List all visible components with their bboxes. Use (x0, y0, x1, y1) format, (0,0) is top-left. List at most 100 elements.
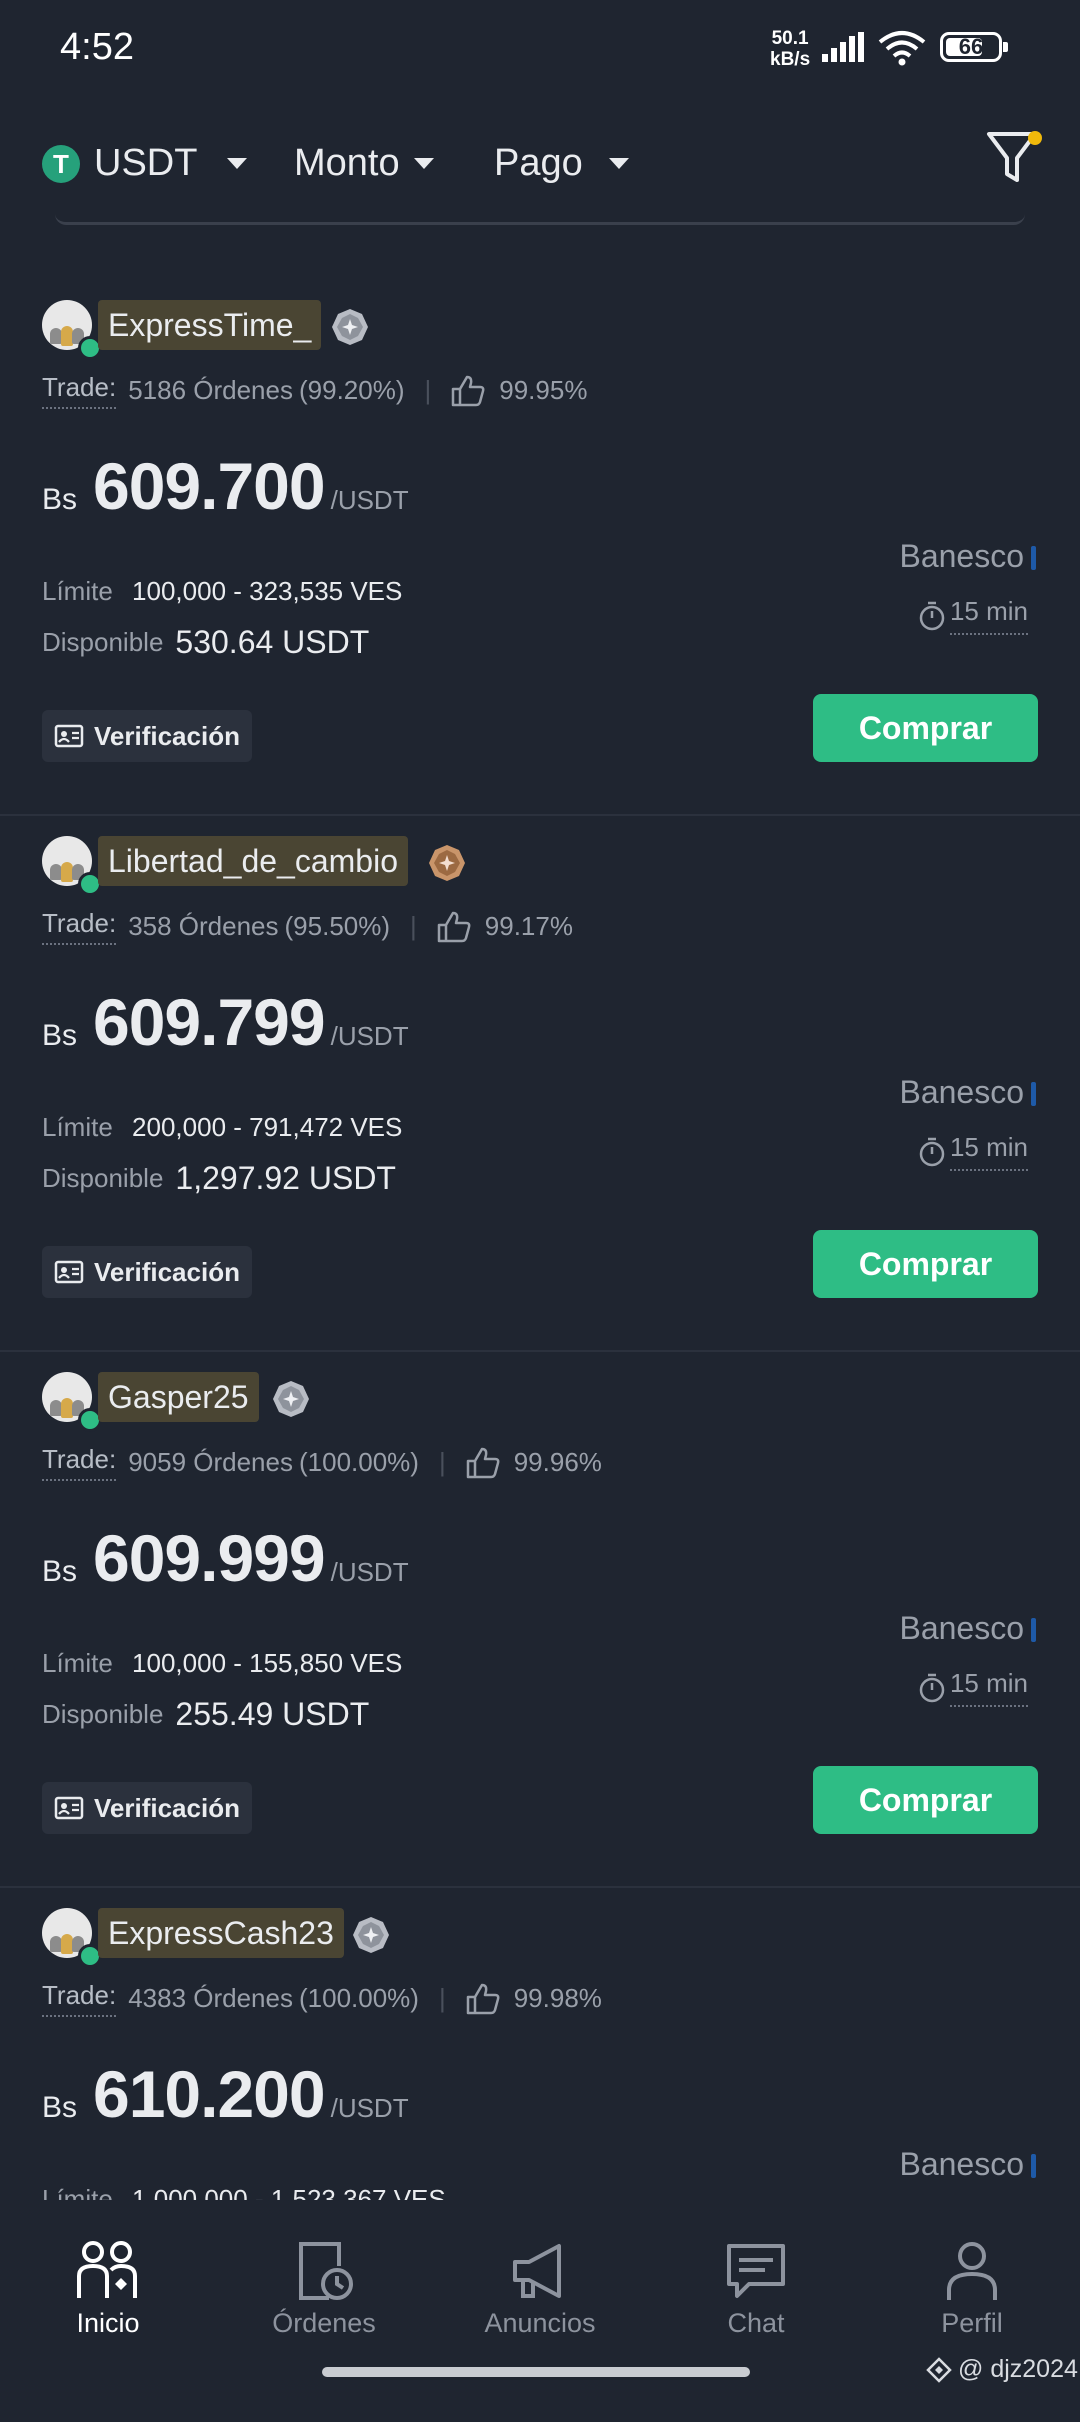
home-indicator[interactable] (322, 2367, 750, 2377)
verification-label: Verificación (94, 1792, 240, 1823)
nav-home[interactable]: Inicio (0, 2240, 216, 2339)
thumbs-up-icon (437, 911, 471, 942)
trade-label[interactable]: Trade: (42, 1980, 117, 2017)
id-card-icon (54, 1796, 84, 1820)
chevron-down-icon (608, 158, 629, 169)
payment-method: Banesco (899, 1074, 1024, 1110)
trade-stats: Trade: 5186 Órdenes (99.20%) | 99.95% (42, 372, 587, 409)
payment-method: Banesco (899, 538, 1024, 574)
nav-chat-label: Chat (727, 2308, 785, 2338)
trade-label[interactable]: Trade: (42, 1444, 117, 1481)
payment-label: Pago (494, 142, 583, 184)
payment-method: Banesco (899, 1610, 1024, 1646)
merchant-name[interactable]: ExpressTime_ (98, 300, 322, 350)
limit-row: Límite 100,000 - 155,850 VES (42, 1648, 402, 1679)
limit-value: 200,000 - 791,472 VES (132, 1112, 403, 1142)
price-unit: /USDT (330, 485, 409, 515)
price: Bs 609.700 /USDT (42, 448, 409, 524)
nav-orders-label: Órdenes (272, 2308, 376, 2338)
payment-time-value[interactable]: 15 min (949, 1132, 1028, 1171)
price-unit: /USDT (330, 2093, 409, 2123)
trade-stats: Trade: 4383 Órdenes (100.00%) | 99.98% (42, 1980, 602, 2017)
price-value: 609.700 (93, 449, 326, 523)
merchant-name[interactable]: Gasper25 (98, 1372, 259, 1422)
nav-home-label: Inicio (76, 2308, 140, 2338)
available-row: Disponible 1,297.92 USDT (42, 1160, 396, 1197)
available-value: 255.49 USDT (175, 1696, 370, 1732)
payment-time-value[interactable]: 15 min (949, 596, 1028, 635)
id-card-icon (54, 1260, 84, 1284)
id-card-icon (54, 724, 84, 748)
trade-label[interactable]: Trade: (42, 372, 117, 409)
payment-time: 15 min (918, 596, 1028, 635)
completion-rate: (100.00%) (298, 1447, 419, 1477)
payment-time-value[interactable]: 15 min (949, 1668, 1028, 1707)
listing-card: Libertad_de_cambio Trade: 358 Órdenes (9… (0, 814, 1080, 1352)
merchant-badge-icon (332, 309, 368, 345)
trade-label[interactable]: Trade: (42, 908, 117, 945)
buy-button[interactable]: Comprar (813, 694, 1038, 762)
filter-bar: T USDT Monto Pago (0, 120, 1080, 220)
merchant-badge-icon (273, 1381, 309, 1417)
available-value: 530.64 USDT (175, 624, 370, 660)
price-value: 609.999 (93, 1521, 326, 1595)
limit-label: Límite (42, 576, 113, 606)
price: Bs 609.999 /USDT (42, 1520, 409, 1596)
thumbs-up-icon (466, 1983, 500, 2014)
watermark-logo-icon (926, 2356, 952, 2383)
thumbs-up-icon (452, 375, 485, 406)
nav-ads[interactable]: Anuncios (432, 2240, 648, 2339)
cellular-signal-icon (822, 32, 864, 62)
network-speed-unit: kB/s (770, 49, 811, 70)
positive-rating: 99.95% (499, 375, 588, 405)
limit-label: Límite (42, 1648, 113, 1678)
limit-value: 100,000 - 323,535 VES (132, 576, 403, 606)
usdt-coin-icon: T (42, 144, 80, 183)
buy-button[interactable]: Comprar (813, 1230, 1038, 1298)
battery-icon: 66 (940, 32, 1008, 62)
price: Bs 609.799 /USDT (42, 984, 409, 1060)
nav-profile[interactable]: Perfil (864, 2240, 1080, 2339)
positive-rating: 99.17% (484, 911, 573, 941)
nav-profile-label: Perfil (941, 2308, 1003, 2338)
status-bar: 4:52 50.1 kB/s 66 (0, 0, 1080, 100)
nav-orders[interactable]: Órdenes (216, 2240, 432, 2339)
payment-time: 15 min (918, 1132, 1028, 1171)
order-count: 9059 Órdenes (128, 1447, 293, 1477)
listing-card: Gasper25 Trade: 9059 Órdenes (100.00%) |… (0, 1350, 1080, 1888)
currency-label: Bs (42, 483, 78, 516)
merchant-name[interactable]: Libertad_de_cambio (98, 836, 408, 886)
verification-tag: Verificación (42, 1782, 252, 1834)
profile-icon (947, 2242, 997, 2300)
listing-card: ExpressTime_ Trade: 5186 Órdenes (99.20%… (0, 278, 1080, 816)
limit-row: Límite 100,000 - 323,535 VES (42, 576, 402, 607)
buy-button[interactable]: Comprar (813, 1766, 1038, 1834)
watermark: @ djz2024 (926, 2355, 1078, 2384)
order-count: 358 Órdenes (128, 911, 279, 941)
payment-time: 15 min (918, 1668, 1028, 1707)
limit-value: 100,000 - 155,850 VES (132, 1648, 403, 1678)
network-speed: 50.1 kB/s (770, 28, 810, 70)
payment-method: Banesco (899, 2146, 1024, 2182)
merchant-name[interactable]: ExpressCash23 (98, 1908, 344, 1958)
completion-rate: (95.50%) (284, 911, 391, 941)
amount-dropdown[interactable]: Monto (294, 142, 434, 185)
nav-chat[interactable]: Chat (648, 2240, 864, 2339)
nav-ads-label: Anuncios (484, 2308, 596, 2338)
chevron-down-icon (227, 158, 248, 169)
megaphone-icon (513, 2244, 561, 2298)
network-speed-value: 50.1 (771, 28, 809, 49)
merchant-badge-icon (353, 1917, 389, 1953)
verification-tag: Verificación (42, 1246, 252, 1298)
available-label: Disponible (42, 1163, 164, 1193)
available-label: Disponible (42, 1699, 164, 1729)
positive-rating: 99.98% (513, 1983, 602, 2013)
asset-dropdown[interactable]: T USDT (42, 142, 248, 185)
timer-icon (919, 1137, 945, 1166)
currency-label: Bs (42, 1019, 78, 1052)
thumbs-up-icon (466, 1447, 500, 1478)
payment-dropdown[interactable]: Pago (494, 142, 629, 185)
home-people-icon (77, 2241, 137, 2298)
completion-rate: (99.20%) (298, 375, 405, 405)
status-time: 4:52 (60, 26, 134, 68)
